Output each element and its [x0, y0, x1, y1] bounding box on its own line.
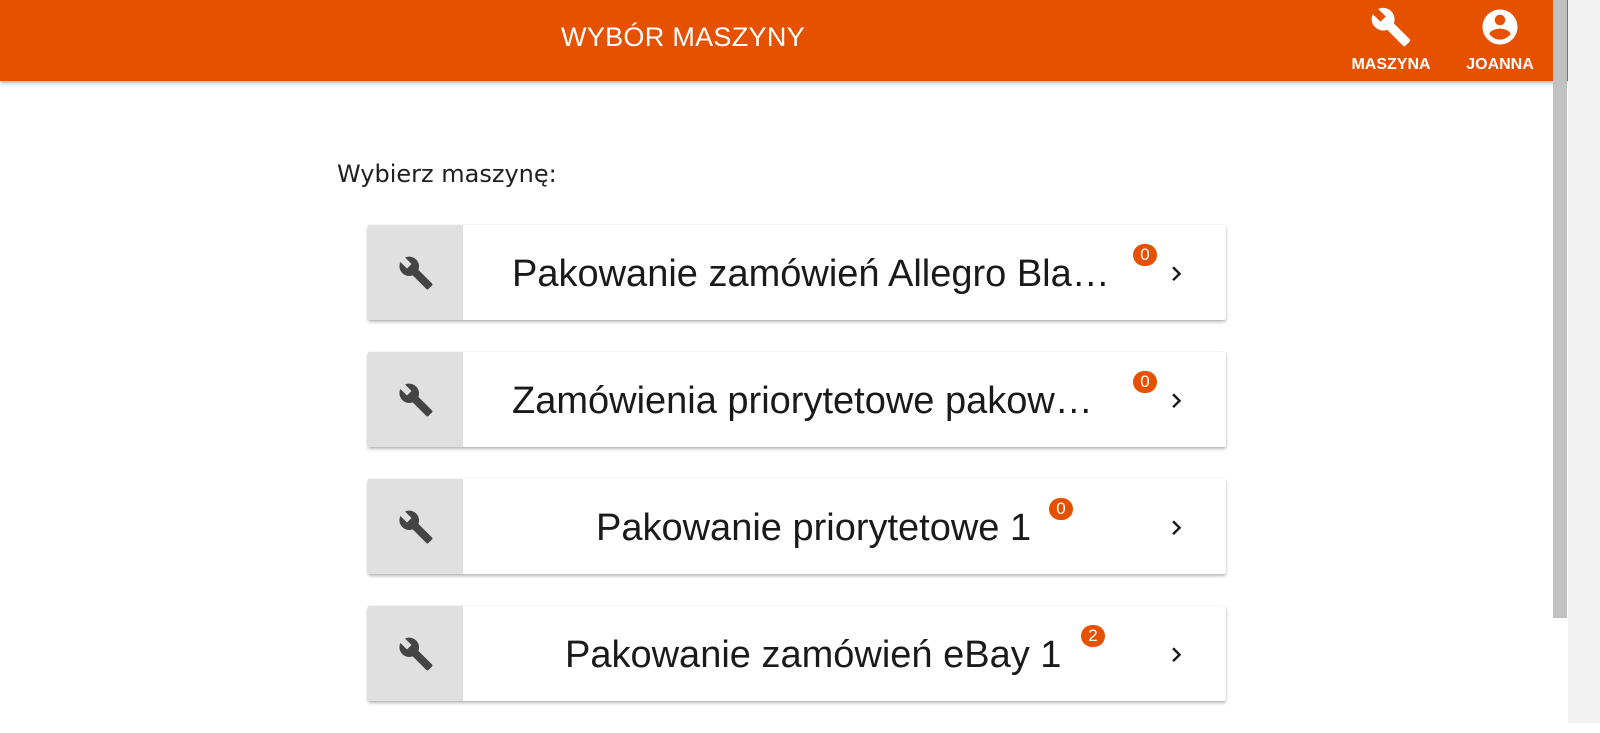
- nav-machine-button[interactable]: MASZYNA: [1341, 6, 1441, 76]
- select-machine-prompt: Wybierz maszynę:: [337, 160, 557, 188]
- machine-icon-box: [368, 352, 463, 447]
- machine-card[interactable]: Pakowanie zamówień Allegro Bla… 0: [368, 225, 1226, 320]
- chevron-right-icon: [1172, 393, 1182, 409]
- machine-name: Zamówienia priorytetowe pakow…: [512, 380, 1093, 422]
- machine-name: Pakowanie priorytetowe 1: [596, 507, 1032, 549]
- order-count-badge: 0: [1049, 498, 1073, 520]
- page-title: WYBÓR MASZYNY: [561, 22, 805, 52]
- machine-name: Pakowanie zamówień Allegro Bla…: [512, 253, 1110, 295]
- order-count-badge: 0: [1133, 371, 1157, 393]
- scrollbar-thumb[interactable]: [1553, 0, 1567, 618]
- order-count-badge: 0: [1133, 244, 1157, 266]
- nav-user-button[interactable]: JOANNA: [1450, 6, 1550, 76]
- nav-user-label: JOANNA: [1466, 56, 1534, 73]
- nav-machine-label: MASZYNA: [1351, 56, 1431, 73]
- machine-card[interactable]: Pakowanie zamówień eBay 1 2: [368, 606, 1226, 701]
- machine-name: Pakowanie zamówień eBay 1: [565, 634, 1062, 676]
- top-app-bar: WYBÓR MASZYNY MASZYNA JOANNA: [0, 0, 1568, 81]
- wrench-icon: [399, 383, 433, 417]
- machine-icon-box: [368, 606, 463, 701]
- wrench-icon: [399, 637, 433, 671]
- wrench-icon: [399, 256, 433, 290]
- machine-icon-box: [368, 479, 463, 574]
- order-count-badge: 2: [1081, 625, 1105, 647]
- chevron-right-icon: [1172, 647, 1182, 663]
- machine-icon-box: [368, 225, 463, 320]
- wrench-icon: [399, 510, 433, 544]
- chevron-right-icon: [1172, 520, 1182, 536]
- chevron-right-icon: [1172, 266, 1182, 282]
- account-circle-icon: [1482, 9, 1518, 45]
- wrench-icon: [1371, 7, 1411, 47]
- machine-card[interactable]: Zamówienia priorytetowe pakow… 0: [368, 352, 1226, 447]
- machine-card[interactable]: Pakowanie priorytetowe 1 0: [368, 479, 1226, 574]
- machine-list: Pakowanie zamówień Allegro Bla… 0 Zamówi…: [368, 225, 1226, 733]
- scrollbar-track[interactable]: [1568, 0, 1600, 723]
